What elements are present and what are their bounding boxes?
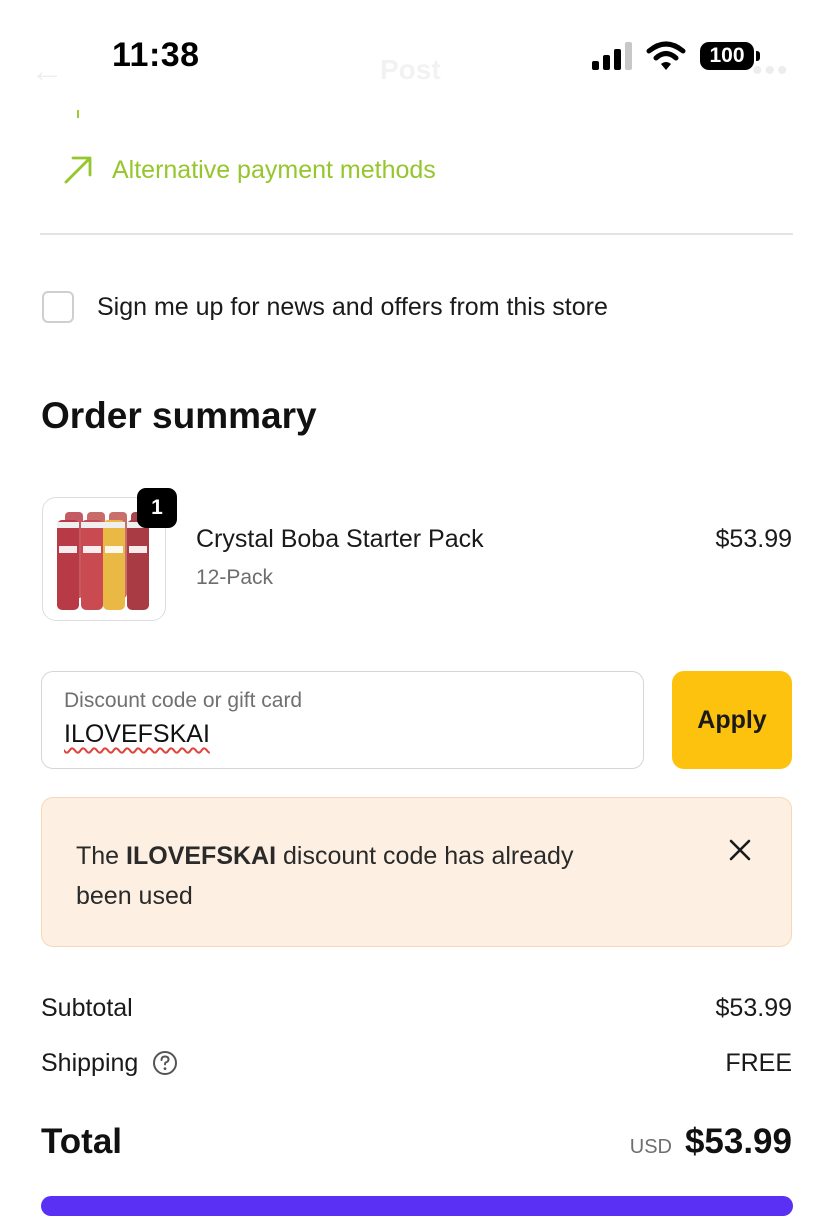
battery-tip [756,51,760,61]
order-summary-title: Order summary [41,395,317,436]
discount-input-value[interactable]: ILOVEFSKAI [64,720,210,749]
subtotal-value: $53.99 [715,994,792,1022]
partial-link-fragment [77,110,79,118]
total-label: Total [41,1122,123,1161]
battery-icon: 100 [700,42,754,70]
wifi-icon [646,41,686,70]
apply-button[interactable]: Apply [672,671,792,769]
total-value: $53.99 [684,1122,792,1161]
error-code: ILOVEFSKAI [126,842,277,870]
newsletter-checkbox[interactable] [42,291,74,323]
back-arrow-icon[interactable]: ← [30,52,64,91]
pay-button-edge[interactable] [41,1196,793,1216]
status-time: 11:38 [112,36,200,74]
shipping-label: Shipping [41,1049,139,1077]
product-price: $53.99 [715,525,792,553]
help-circle-icon[interactable] [152,1050,178,1076]
alternative-payment-label: Alternative payment methods [112,155,436,184]
newsletter-label[interactable]: Sign me up for news and offers from this… [97,293,608,322]
alternative-payment-link[interactable]: Alternative payment methods [62,154,436,186]
discount-error-alert: The ILOVEFSKAI discount code has already… [41,797,792,947]
subtotal-label: Subtotal [41,994,133,1022]
section-divider [40,233,793,235]
shipping-value: FREE [725,1049,792,1077]
discount-placeholder-label: Discount code or gift card [64,689,303,712]
product-variant: 12-Pack [196,566,274,589]
header-title: Post [380,54,441,85]
close-icon[interactable] [724,834,756,866]
currency-code: USD [629,1136,672,1158]
signal-icon [592,42,632,70]
quantity-badge: 1 [137,488,177,528]
arrow-up-right-icon [64,156,92,184]
discount-error-message: The ILOVEFSKAI discount code has already… [76,836,636,916]
product-name: Crystal Boba Starter Pack [196,525,484,553]
discount-code-input[interactable]: Discount code or gift card ILOVEFSKAI [41,671,644,769]
error-prefix: The [76,842,127,870]
